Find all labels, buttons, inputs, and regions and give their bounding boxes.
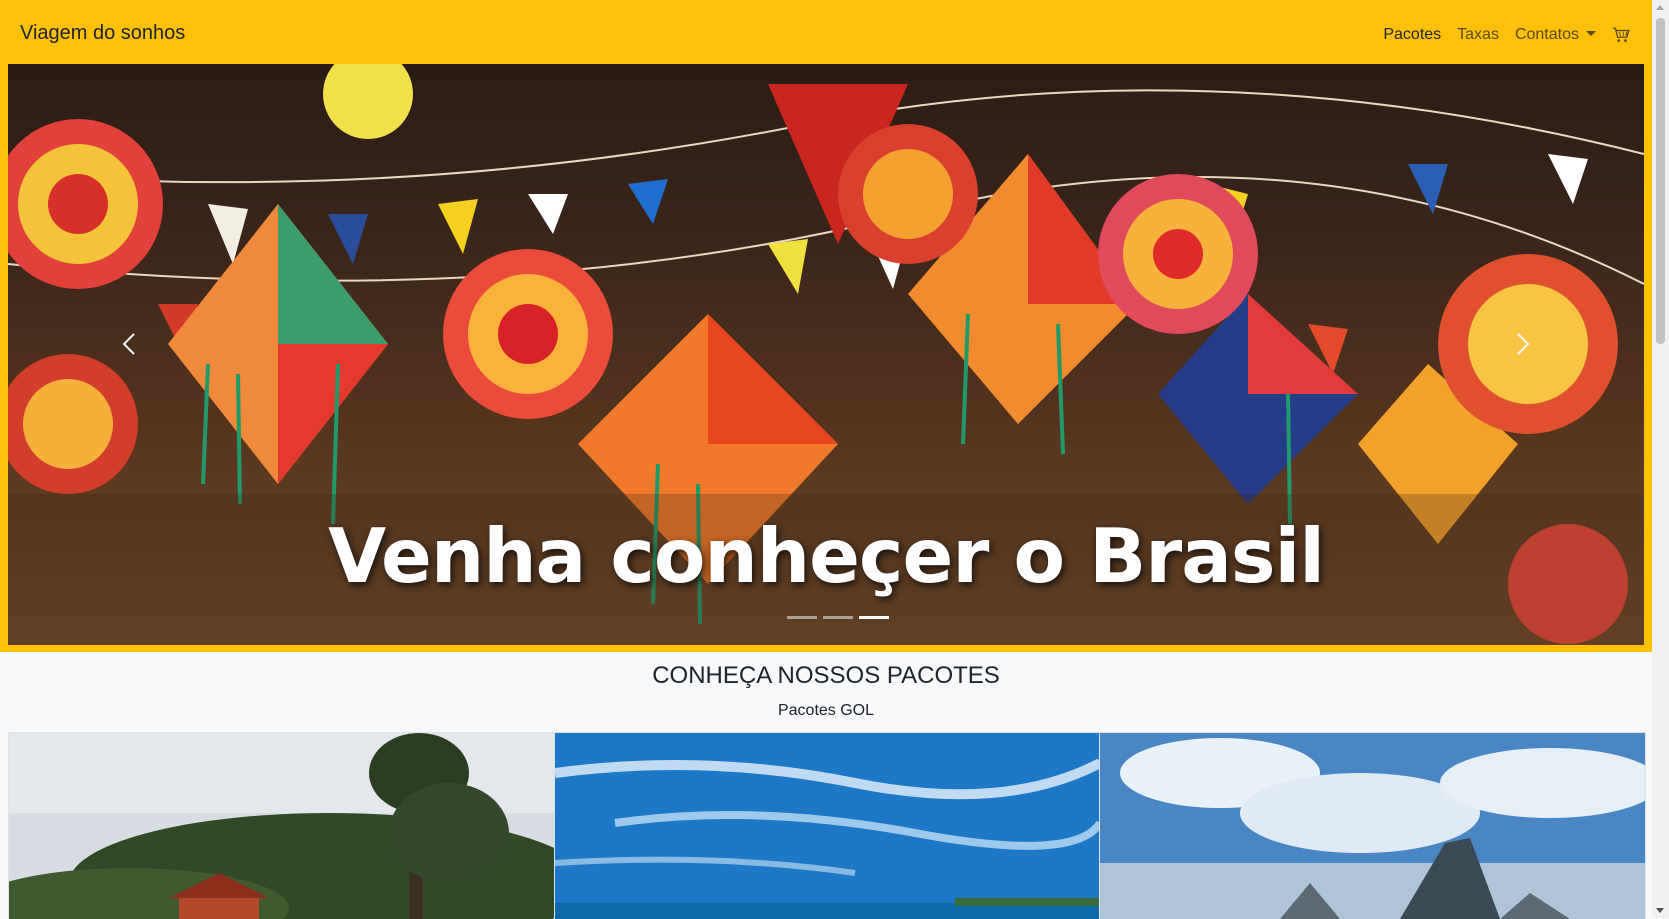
package-card-1[interactable] <box>9 733 555 919</box>
package-image-1 <box>9 733 554 919</box>
scroll-up-arrow-icon[interactable] <box>1656 5 1664 10</box>
package-image-2 <box>554 733 1100 919</box>
chevron-right-icon <box>1517 333 1530 355</box>
nav-menu: Pacotes Taxas Contatos <box>1367 26 1630 44</box>
nav-item-taxas[interactable]: Taxas <box>1457 26 1499 44</box>
package-card-3[interactable] <box>1100 733 1645 919</box>
page-scrollbar[interactable] <box>1652 0 1669 918</box>
scroll-down-arrow-icon[interactable] <box>1656 908 1664 913</box>
chevron-left-icon <box>122 333 135 355</box>
carousel-indicator-1[interactable] <box>787 616 817 619</box>
cart-icon[interactable] <box>1612 26 1630 44</box>
nav-item-pacotes[interactable]: Pacotes <box>1383 26 1441 44</box>
package-cards <box>8 732 1646 919</box>
carousel-indicator-2[interactable] <box>823 616 853 619</box>
hero-frame: Venha conheçer o Brasil <box>0 64 1652 652</box>
scrollbar-thumb[interactable] <box>1656 18 1665 344</box>
nav-item-contatos-label: Contatos <box>1514 26 1579 43</box>
caret-down-icon <box>1586 31 1596 36</box>
hero-caption: Venha conheçer o Brasil <box>328 512 1325 600</box>
nav-item-contatos-dropdown[interactable]: Contatos <box>1515 26 1596 44</box>
carousel-next-button[interactable] <box>1500 322 1544 366</box>
hero-carousel[interactable]: Venha conheçer o Brasil <box>8 64 1644 645</box>
brand-logo-text[interactable]: Viagem do sonhos <box>20 22 185 45</box>
package-image-3 <box>1100 733 1645 919</box>
packages-title: CONHEÇA NOSSOS PACOTES <box>652 662 1000 689</box>
carousel-indicators <box>784 616 892 619</box>
navbar: Viagem do sonhos Pacotes Taxas Contatos <box>0 0 1652 64</box>
package-card-2[interactable] <box>554 733 1101 919</box>
carousel-indicator-3[interactable] <box>859 616 889 619</box>
carousel-prev-button[interactable] <box>108 322 152 366</box>
packages-subtitle: Pacotes GOL <box>777 702 875 719</box>
